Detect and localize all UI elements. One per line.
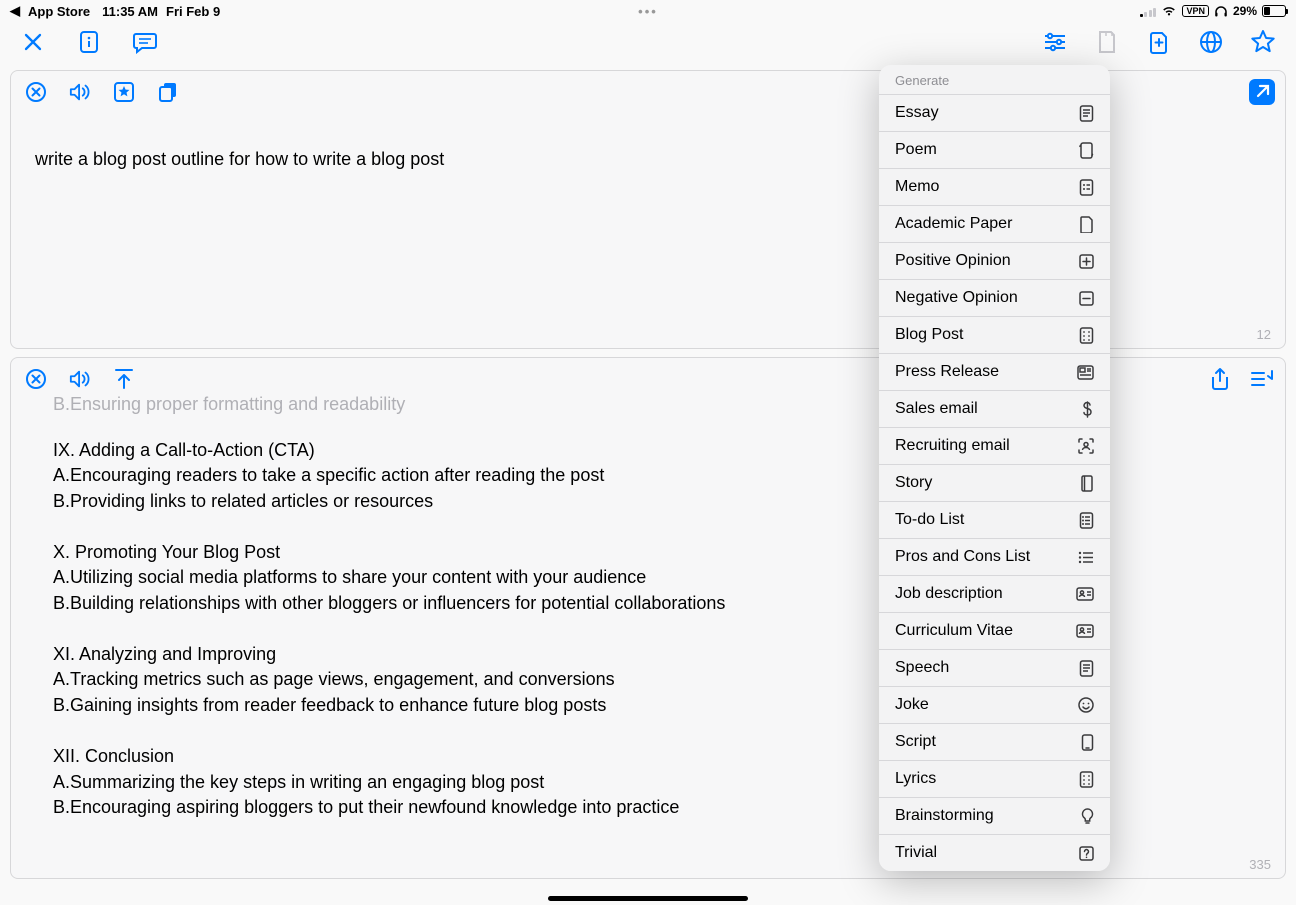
dropdown-item-speech[interactable]: Speech: [879, 649, 1110, 686]
dropdown-item-label: Poem: [895, 141, 937, 159]
dropdown-item-label: Positive Opinion: [895, 252, 1011, 270]
dropdown-item-label: Trivial: [895, 844, 937, 862]
dropdown-item-negative-opinion[interactable]: Negative Opinion: [879, 279, 1110, 316]
back-app-label[interactable]: App Store: [28, 4, 90, 19]
id-card-icon: [1076, 587, 1094, 601]
device-icon: [1081, 734, 1094, 751]
open-external-button[interactable]: [1249, 79, 1275, 105]
dropdown-item-label: To-do List: [895, 511, 964, 529]
dropdown-item-label: Job description: [895, 585, 1003, 603]
clear-output-button[interactable]: [25, 368, 47, 390]
cellular-signal-icon: [1140, 6, 1157, 17]
status-bar: ◀ App Store 11:35 AM Fri Feb 9 ••• VPN 2…: [0, 0, 1296, 22]
multitask-dots-icon[interactable]: •••: [638, 4, 658, 19]
insert-button[interactable]: [1249, 366, 1275, 392]
headphones-icon: [1214, 5, 1228, 18]
smiley-icon: [1078, 697, 1094, 713]
dropdown-item-blog-post[interactable]: Blog Post: [879, 316, 1110, 353]
vpn-badge: VPN: [1182, 5, 1209, 17]
dropdown-item-story[interactable]: Story: [879, 464, 1110, 501]
dropdown-item-essay[interactable]: Essay: [879, 94, 1110, 131]
dropdown-item-label: Essay: [895, 104, 939, 122]
doc-icon: [1080, 216, 1094, 233]
dropdown-item-recruiting-email[interactable]: Recruiting email: [879, 427, 1110, 464]
dropdown-item-label: Recruiting email: [895, 437, 1010, 455]
chat-button[interactable]: [132, 29, 158, 55]
status-date: Fri Feb 9: [166, 4, 220, 19]
add-doc-button[interactable]: [1146, 29, 1172, 55]
dropdown-item-script[interactable]: Script: [879, 723, 1110, 760]
clear-button[interactable]: [25, 81, 47, 103]
dropdown-item-label: Negative Opinion: [895, 289, 1018, 307]
dropdown-item-label: Press Release: [895, 363, 999, 381]
prompt-word-count: 12: [1257, 327, 1271, 342]
list-bullet-icon: [1078, 551, 1094, 564]
app-toolbar: [0, 22, 1296, 62]
dropdown-item-label: Brainstorming: [895, 807, 994, 825]
grid-doc-icon: [1079, 327, 1094, 344]
dropdown-item-pros-and-cons-list[interactable]: Pros and Cons List: [879, 538, 1110, 575]
info-button[interactable]: [76, 29, 102, 55]
dropdown-item-label: Speech: [895, 659, 949, 677]
doc-text-icon: [1079, 105, 1094, 122]
scroll-icon: [1079, 142, 1094, 159]
note-icon: [1079, 179, 1094, 196]
wifi-icon: [1161, 5, 1177, 17]
templates-button[interactable]: [1094, 29, 1120, 55]
list-settings-button[interactable]: [1042, 29, 1068, 55]
battery-icon: [1262, 5, 1286, 17]
dropdown-header: Generate: [879, 65, 1110, 94]
dropdown-item-label: Academic Paper: [895, 215, 1012, 233]
back-chevron-icon[interactable]: ◀: [10, 3, 20, 19]
question-square-icon: [1079, 846, 1094, 861]
battery-percent: 29%: [1233, 4, 1257, 18]
copy-button[interactable]: [157, 81, 179, 103]
newspaper-icon: [1077, 365, 1094, 380]
speaker-button[interactable]: [69, 81, 91, 103]
id-card-icon: [1076, 624, 1094, 638]
dropdown-item-positive-opinion[interactable]: Positive Opinion: [879, 242, 1110, 279]
dropdown-item-memo[interactable]: Memo: [879, 168, 1110, 205]
speak-output-button[interactable]: [69, 368, 91, 390]
plus-square-icon: [1079, 254, 1094, 269]
dropdown-item-press-release[interactable]: Press Release: [879, 353, 1110, 390]
dropdown-item-job-description[interactable]: Job description: [879, 575, 1110, 612]
dropdown-item-sales-email[interactable]: Sales email: [879, 390, 1110, 427]
favorite-prompt-button[interactable]: [113, 81, 135, 103]
home-indicator[interactable]: [548, 896, 748, 901]
grid-doc-icon: [1079, 771, 1094, 788]
lightbulb-icon: [1081, 808, 1094, 825]
dropdown-item-label: Memo: [895, 178, 939, 196]
dropdown-item-label: Joke: [895, 696, 929, 714]
dropdown-item-brainstorming[interactable]: Brainstorming: [879, 797, 1110, 834]
dropdown-item-academic-paper[interactable]: Academic Paper: [879, 205, 1110, 242]
share-button[interactable]: [1207, 366, 1233, 392]
minus-square-icon: [1079, 291, 1094, 306]
dropdown-item-to-do-list[interactable]: To-do List: [879, 501, 1110, 538]
dropdown-item-label: Curriculum Vitae: [895, 622, 1013, 640]
dropdown-item-curriculum-vitae[interactable]: Curriculum Vitae: [879, 612, 1110, 649]
dropdown-item-label: Script: [895, 733, 936, 751]
favorite-button[interactable]: [1250, 29, 1276, 55]
scroll-top-button[interactable]: [113, 368, 135, 390]
dropdown-item-label: Story: [895, 474, 932, 492]
book-icon: [1080, 475, 1094, 492]
dropdown-item-trivial[interactable]: Trivial: [879, 834, 1110, 871]
close-button[interactable]: [20, 29, 46, 55]
doc-text-icon: [1079, 660, 1094, 677]
list-doc-icon: [1079, 512, 1094, 529]
dropdown-item-label: Blog Post: [895, 326, 963, 344]
dropdown-item-label: Lyrics: [895, 770, 936, 788]
output-word-count: 335: [1249, 857, 1271, 872]
person-viewfinder-icon: [1078, 438, 1094, 454]
globe-button[interactable]: [1198, 29, 1224, 55]
dropdown-item-lyrics[interactable]: Lyrics: [879, 760, 1110, 797]
dropdown-item-joke[interactable]: Joke: [879, 686, 1110, 723]
dropdown-item-label: Pros and Cons List: [895, 548, 1030, 566]
dropdown-item-label: Sales email: [895, 400, 978, 418]
dollar-icon: [1081, 401, 1094, 418]
dropdown-item-poem[interactable]: Poem: [879, 131, 1110, 168]
status-time: 11:35 AM: [102, 4, 158, 19]
generate-dropdown: Generate Essay Poem Memo Academic Paper Posi…: [879, 65, 1110, 871]
